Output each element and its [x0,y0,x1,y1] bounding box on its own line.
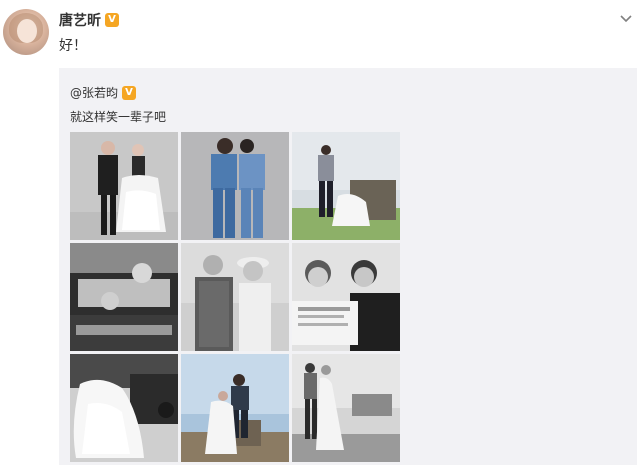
repost-verified-badge-icon: V [122,85,137,100]
wedding-photo-2[interactable] [181,132,289,240]
wedding-photo-7[interactable] [70,354,178,462]
wedding-photo-3[interactable] [292,132,400,240]
wedding-photo-6[interactable] [292,243,400,351]
verified-badge-icon: V [105,13,119,27]
wedding-photo-8[interactable] [181,354,289,462]
author-name-row: 唐艺昕 V [59,10,119,30]
avatar-face [17,19,37,43]
author-name[interactable]: 唐艺昕 [59,10,101,30]
photo-grid [70,132,400,463]
weibo-post: 唐艺昕 V 好！ @张若昀 V 就这样笑一辈子吧 [0,0,641,465]
wedding-photo-4[interactable] [70,243,178,351]
repost-card: @张若昀 V 就这样笑一辈子吧 [59,68,637,465]
post-text: 好！ [59,38,87,54]
wedding-photo-1[interactable] [70,132,178,240]
chevron-down-icon[interactable] [619,12,633,26]
wedding-photo-9[interactable] [292,354,400,462]
author-avatar[interactable] [3,9,49,55]
repost-author-link[interactable]: @张若昀 [70,84,118,101]
wedding-photo-5[interactable] [181,243,289,351]
repost-text: 就这样笑一辈子吧 [70,110,167,124]
repost-author-row: @张若昀 V [70,84,137,101]
